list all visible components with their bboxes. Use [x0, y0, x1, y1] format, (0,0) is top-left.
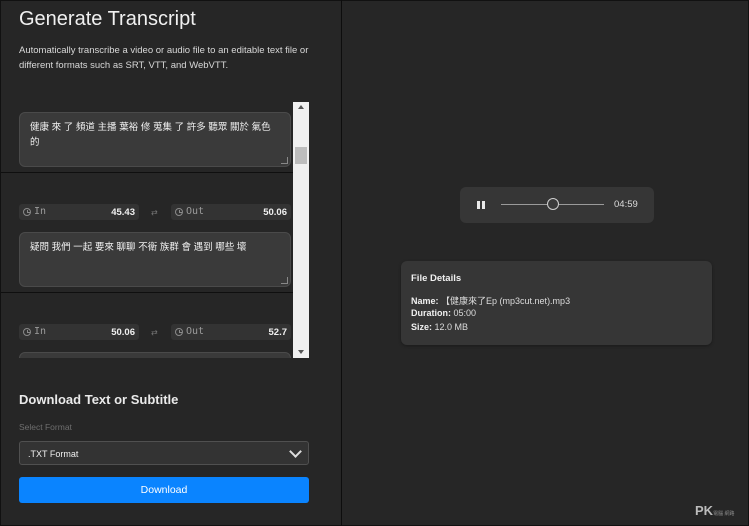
file-duration-row: Duration: 05:00	[411, 308, 476, 318]
watermark-subtext: 電腦 網路	[713, 511, 735, 517]
file-name-label: Name:	[411, 296, 439, 306]
in-value: 50.06	[111, 327, 135, 338]
segment-3-out-field[interactable]: Out 52.7	[171, 324, 291, 340]
pause-icon[interactable]	[477, 201, 485, 209]
segment-divider	[1, 172, 293, 173]
chevron-down-icon	[289, 445, 302, 458]
segment-text-3[interactable]	[19, 352, 291, 358]
clock-icon	[23, 328, 31, 336]
audio-player: 04:59	[460, 187, 654, 223]
file-name-row: Name: 【健康來了Ep (mp3cut.net).mp3	[411, 294, 570, 307]
swap-arrows-icon: ⇄	[151, 328, 158, 337]
scroll-up-arrow-icon[interactable]	[298, 105, 304, 109]
file-duration-label: Duration:	[411, 308, 451, 318]
download-section-title: Download Text or Subtitle	[19, 392, 179, 407]
file-size-row: Size: 12.0 MB	[411, 322, 468, 332]
left-panel: Generate Transcript Automatically transc…	[1, 1, 341, 525]
scrollbar-thumb[interactable]	[295, 147, 307, 164]
format-select-value: .TXT Format	[28, 449, 79, 459]
file-duration-value: 05:00	[453, 308, 477, 318]
segment-3-in-field[interactable]: In 50.06	[19, 324, 139, 340]
resize-handle-icon[interactable]	[281, 157, 288, 164]
swap-arrows-icon: ⇄	[151, 208, 158, 217]
file-details-card: File Details Name: 【健康來了Ep (mp3cut.net).…	[401, 261, 712, 345]
segment-2-out-field[interactable]: Out 50.06	[171, 204, 291, 220]
download-button[interactable]: Download	[19, 477, 309, 503]
out-value: 52.7	[268, 327, 288, 338]
clock-icon	[23, 208, 31, 216]
page-description: Automatically transcribe a video or audi…	[19, 45, 309, 71]
segment-divider	[1, 292, 293, 293]
resize-handle-icon[interactable]	[281, 277, 288, 284]
page-title: Generate Transcript	[19, 8, 196, 30]
player-duration: 04:59	[614, 199, 638, 210]
seek-knob[interactable]	[546, 198, 559, 210]
file-size-label: Size:	[411, 322, 433, 332]
scroll-down-arrow-icon[interactable]	[298, 350, 304, 354]
in-value: 45.43	[111, 207, 135, 218]
segment-text-2[interactable]: 疑問 我們 一起 要來 聊聊 不衛 族群 會 遇到 哪些 壞	[19, 232, 291, 287]
out-label: Out	[186, 206, 205, 217]
watermark-text: PK	[695, 503, 714, 518]
in-label: In	[34, 206, 47, 217]
clock-icon	[175, 208, 183, 216]
segment-list[interactable]: 健康 來 了 頻道 主播 葉裕 修 蒐集 了 許多 聽眾 關於 氣色 的 In …	[1, 102, 293, 358]
segment-text-2-content: 疑問 我們 一起 要來 聊聊 不衛 族群 會 遇到 哪些 壞	[30, 242, 247, 253]
in-label: In	[34, 326, 47, 337]
out-value: 50.06	[263, 207, 287, 218]
segment-list-scrollbar[interactable]	[293, 102, 309, 358]
clock-icon	[175, 328, 183, 336]
seek-bar[interactable]	[501, 198, 604, 210]
format-select[interactable]: .TXT Format	[19, 441, 309, 465]
select-format-label: Select Format	[19, 422, 72, 432]
file-size-value: 12.0 MB	[434, 322, 469, 332]
watermark-logo: PK電腦 網路	[695, 503, 734, 518]
file-details-title: File Details	[411, 273, 462, 284]
right-panel: 04:59 File Details Name: 【健康來了Ep (mp3cut…	[342, 1, 748, 525]
out-label: Out	[186, 326, 205, 337]
file-name-value: 【健康來了Ep (mp3cut.net).mp3	[441, 296, 571, 306]
segment-text-1-content: 健康 來 了 頻道 主播 葉裕 修 蒐集 了 許多 聽眾 關於 氣色 的	[30, 122, 271, 148]
segment-text-1[interactable]: 健康 來 了 頻道 主播 葉裕 修 蒐集 了 許多 聽眾 關於 氣色 的	[19, 112, 291, 167]
segment-2-in-field[interactable]: In 45.43	[19, 204, 139, 220]
